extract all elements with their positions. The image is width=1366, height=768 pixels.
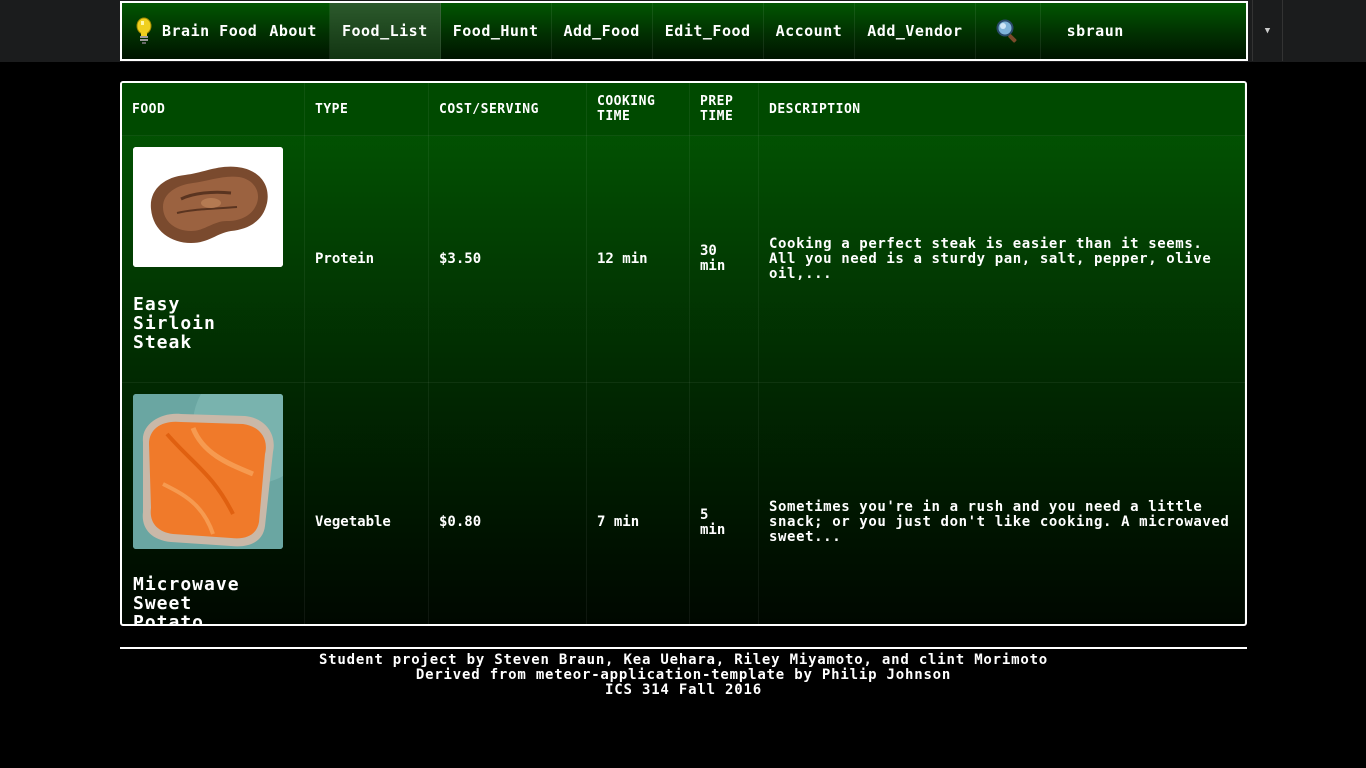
prep-time-unit: min [700, 521, 726, 538]
prep-time-value: 5 [700, 506, 709, 523]
lightbulb-icon [136, 17, 152, 44]
steak-image[interactable] [133, 147, 283, 267]
nav-add-food[interactable]: Add_Food [552, 3, 653, 59]
header-cooking-time-line1: COOKING [597, 94, 656, 109]
header-prep-time-line2: TIME [700, 109, 734, 124]
header-prep-time-line1: PREP [700, 94, 734, 109]
food-cooking-time: 12 min [586, 135, 690, 383]
food-name[interactable]: Microwave Sweet Potato [133, 574, 294, 626]
food-name-line: Easy [133, 294, 181, 315]
magnifier-icon [996, 19, 1017, 43]
brand-link[interactable]: Brain Food [122, 3, 257, 59]
sweet-potato-image[interactable] [133, 394, 283, 549]
main-nav: Brain Food About Food_List Food_Hunt Add… [120, 1, 1248, 61]
prep-time-unit: min [700, 258, 726, 274]
page-footer: Student project by Steven Braun, Kea Ueh… [120, 647, 1247, 698]
nav-add-vendor[interactable]: Add_Vendor [855, 3, 976, 59]
user-dropdown-toggle[interactable]: ▼ [1252, 0, 1283, 61]
food-name-line: Potato [133, 612, 205, 626]
table-row[interactable]: Easy Sirloin Steak Protein $3.50 12 min … [122, 135, 1245, 383]
header-prep-time: PREP TIME [689, 83, 759, 136]
header-cooking-time-line2: TIME [597, 109, 631, 124]
nav-account[interactable]: Account [764, 3, 856, 59]
food-table-container: FOOD TYPE COST/SERVING COOKING TIME PREP… [120, 81, 1247, 626]
footer-template-credit: Derived from meteor-application-template… [415, 667, 952, 683]
footer-credits: Student project by Steven Braun, Kea Ueh… [318, 652, 1049, 668]
nav-food-list[interactable]: Food_List [329, 3, 441, 59]
table-row[interactable]: Microwave Sweet Potato Vegetable $0.80 7… [122, 382, 1245, 626]
nav-user[interactable]: sbraun [1041, 3, 1132, 59]
food-name[interactable]: Easy Sirloin Steak [133, 295, 294, 352]
food-description: Sometimes you're in a rush and you need … [758, 382, 1245, 624]
brand-label: Brain Food [162, 22, 258, 40]
food-table: FOOD TYPE COST/SERVING COOKING TIME PREP… [122, 83, 1245, 626]
food-name-line: Sweet [133, 593, 193, 614]
header-type: TYPE [304, 83, 429, 136]
header-description: DESCRIPTION [758, 83, 1245, 136]
food-cost: $0.80 [428, 382, 587, 624]
food-name-line: Steak [133, 332, 193, 353]
food-name-line: Sirloin [133, 313, 216, 334]
nav-food-hunt[interactable]: Food_Hunt [441, 3, 552, 59]
header-cost: COST/SERVING [428, 83, 587, 136]
food-prep-time: 30 min [689, 135, 759, 383]
food-name-line: Microwave [133, 574, 240, 595]
prep-time-value: 30 [700, 243, 717, 259]
food-cost: $3.50 [428, 135, 587, 383]
nav-search[interactable] [976, 3, 1041, 59]
food-cell: Microwave Sweet Potato [122, 382, 305, 626]
food-type: Vegetable [304, 382, 429, 624]
footer-course: ICS 314 Fall 2016 [605, 682, 762, 698]
food-description: Cooking a perfect steak is easier than i… [758, 135, 1245, 383]
food-cell: Easy Sirloin Steak [122, 135, 305, 383]
caret-down-icon: ▼ [1264, 25, 1271, 36]
header-food: FOOD [122, 83, 305, 136]
table-header-row: FOOD TYPE COST/SERVING COOKING TIME PREP… [122, 83, 1245, 136]
nav-edit-food[interactable]: Edit_Food [653, 3, 764, 59]
food-prep-time: 5 min [689, 382, 759, 624]
food-cooking-time: 7 min [586, 382, 690, 624]
nav-about[interactable]: About [257, 3, 330, 59]
header-cooking-time: COOKING TIME [586, 83, 690, 136]
food-type: Protein [304, 135, 429, 383]
